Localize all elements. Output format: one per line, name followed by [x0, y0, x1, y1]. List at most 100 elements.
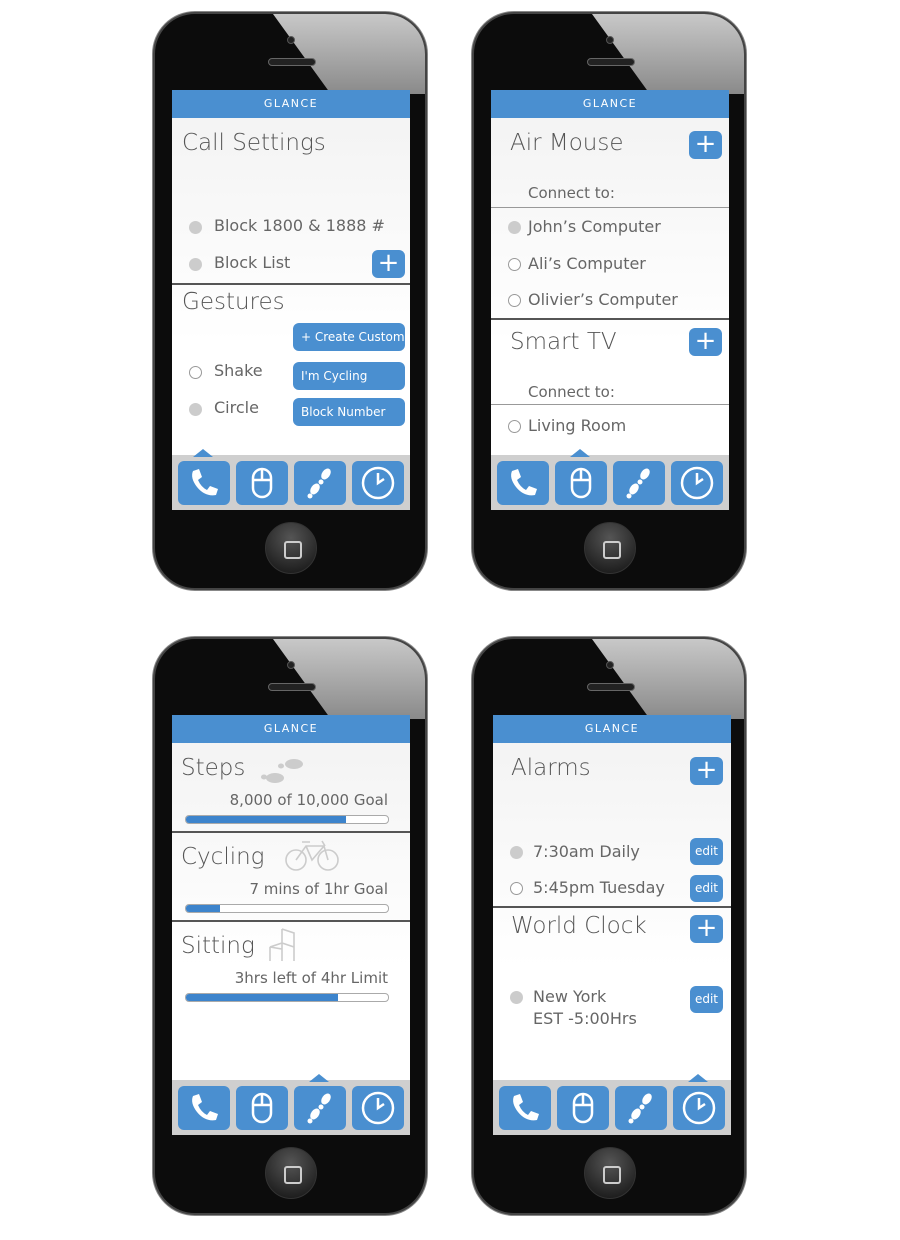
phone-icon	[192, 469, 218, 496]
alarm-label: 5:45pm Tuesday	[533, 878, 665, 897]
section-title: Alarms	[511, 755, 591, 781]
clock-icon	[680, 466, 714, 500]
home-button[interactable]	[584, 522, 636, 574]
phone-remote: GLANCE Air Mouse + Connect to: John’s Co…	[472, 12, 746, 590]
create-custom-button[interactable]: + Create Custom	[293, 323, 405, 351]
radio[interactable]	[510, 846, 523, 859]
app-header: GLANCE	[491, 90, 729, 118]
section-title: Smart TV	[510, 329, 617, 355]
sitting-progress	[185, 993, 389, 1002]
screen: GLANCE Call Settings Block 1800 & 1888 #…	[172, 90, 410, 510]
add-city-button[interactable]: +	[690, 915, 723, 943]
tab-phone[interactable]	[178, 461, 230, 505]
radio[interactable]	[189, 221, 202, 234]
radio[interactable]	[508, 258, 521, 271]
divider	[172, 283, 410, 285]
footsteps-icon	[261, 759, 303, 783]
steps-status: 8,000 of 10,000 Goal	[229, 791, 388, 809]
connect-label: Connect to:	[528, 184, 615, 202]
add-alarm-button[interactable]: +	[690, 757, 723, 785]
radio[interactable]	[510, 882, 523, 895]
tab-clock[interactable]	[673, 1086, 725, 1130]
radio[interactable]	[510, 991, 523, 1004]
phone-call-settings: GLANCE Call Settings Block 1800 & 1888 #…	[153, 12, 427, 590]
section-title: Steps	[181, 755, 246, 781]
section-title: Sitting	[181, 933, 255, 959]
screen: GLANCE Steps 8,000 of 10,000 Goal Cyclin…	[172, 715, 410, 1135]
option-label: Block List	[214, 253, 291, 272]
edit-city-button[interactable]: edit	[690, 986, 723, 1013]
tab-phone[interactable]	[178, 1086, 230, 1130]
tab-phone[interactable]	[499, 1086, 551, 1130]
tab-phone[interactable]	[497, 461, 549, 505]
radio[interactable]	[508, 420, 521, 433]
footsteps-icon	[307, 1093, 331, 1124]
add-tv-button[interactable]: +	[689, 328, 722, 356]
phone-activity: GLANCE Steps 8,000 of 10,000 Goal Cyclin…	[153, 637, 427, 1215]
tab-mouse[interactable]	[555, 461, 607, 505]
tab-footsteps[interactable]	[615, 1086, 667, 1130]
tab-clock[interactable]	[352, 1086, 404, 1130]
add-computer-button[interactable]: +	[689, 131, 722, 159]
edit-alarm-button[interactable]: edit	[690, 875, 723, 902]
city-label: New York	[533, 987, 607, 1006]
tab-footsteps[interactable]	[294, 461, 346, 505]
alarm-label: 7:30am Daily	[533, 842, 640, 861]
computer-label: Olivier’s Computer	[528, 290, 678, 309]
section-title: Cycling	[181, 844, 265, 870]
tv-label: Living Room	[528, 416, 627, 435]
footsteps-icon	[307, 468, 331, 499]
radio[interactable]	[189, 403, 202, 416]
tab-mouse[interactable]	[236, 461, 288, 505]
section-title: Gestures	[182, 289, 285, 315]
computer-label: Ali’s Computer	[528, 254, 646, 273]
footsteps-icon	[628, 1093, 652, 1124]
radio[interactable]	[508, 294, 521, 307]
option-label: Block 1800 & 1888 #	[214, 216, 385, 235]
mouse-icon	[251, 1092, 273, 1124]
speaker	[268, 58, 316, 66]
mouse-icon	[570, 467, 592, 499]
app-header: GLANCE	[172, 715, 410, 743]
gesture-label: Shake	[214, 361, 263, 380]
sitting-status: 3hrs left of 4hr Limit	[234, 969, 388, 987]
gesture-action-button[interactable]: I'm Cycling	[293, 362, 405, 390]
home-button[interactable]	[265, 1147, 317, 1199]
gesture-action-button[interactable]: Block Number	[293, 398, 405, 426]
home-button[interactable]	[584, 1147, 636, 1199]
tab-bar	[172, 1074, 410, 1135]
screen: GLANCE Air Mouse + Connect to: John’s Co…	[491, 90, 729, 510]
tab-footsteps[interactable]	[613, 461, 665, 505]
app-header: GLANCE	[493, 715, 731, 743]
tab-bar	[172, 449, 410, 510]
add-block-button[interactable]: +	[372, 250, 405, 278]
edit-alarm-button[interactable]: edit	[690, 838, 723, 865]
city-timezone: EST -5:00Hrs	[533, 1009, 637, 1028]
section-title: Call Settings	[182, 130, 326, 156]
clock-icon	[682, 1091, 716, 1125]
clock-icon	[361, 466, 395, 500]
radio[interactable]	[189, 258, 202, 271]
tab-mouse[interactable]	[557, 1086, 609, 1130]
tab-bar	[491, 449, 729, 510]
chair-icon	[269, 928, 295, 961]
tab-clock[interactable]	[671, 461, 723, 505]
section-title: World Clock	[511, 913, 647, 939]
home-button[interactable]	[265, 522, 317, 574]
computer-label: John’s Computer	[528, 217, 661, 236]
cycling-progress	[185, 904, 389, 913]
connect-label: Connect to:	[528, 383, 615, 401]
mouse-icon	[251, 467, 273, 499]
footsteps-icon	[626, 468, 650, 499]
mouse-icon	[572, 1092, 594, 1124]
camera	[287, 36, 295, 44]
gesture-label: Circle	[214, 398, 259, 417]
phone-icon	[513, 1094, 539, 1121]
tab-clock[interactable]	[352, 461, 404, 505]
radio[interactable]	[508, 221, 521, 234]
radio[interactable]	[189, 366, 202, 379]
tab-footsteps[interactable]	[294, 1086, 346, 1130]
phone-icon	[511, 469, 537, 496]
tab-mouse[interactable]	[236, 1086, 288, 1130]
app-header: GLANCE	[172, 90, 410, 118]
